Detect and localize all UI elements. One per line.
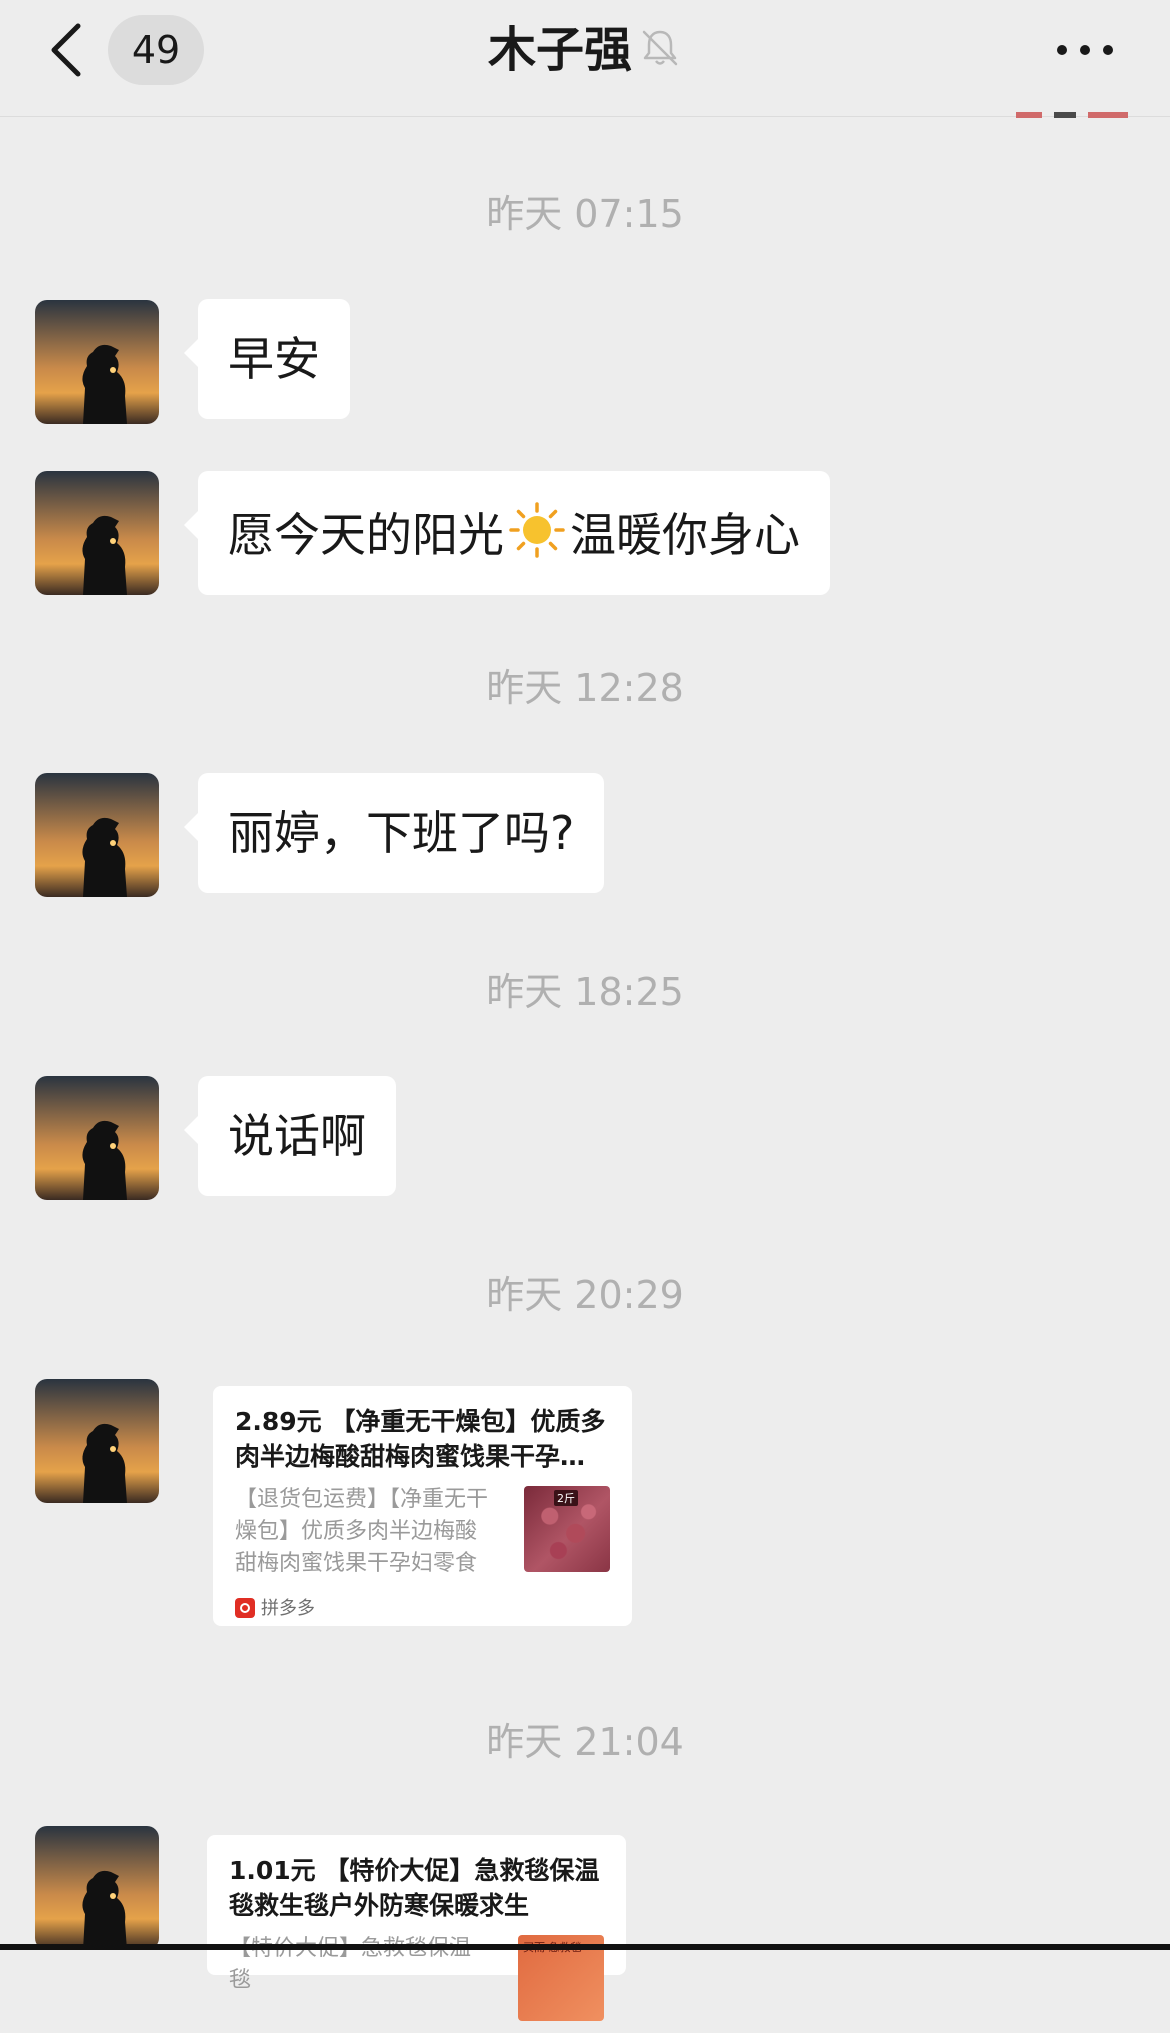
timestamp: 昨天 18:25 xyxy=(486,970,684,1014)
silhouette-sunset-avatar-icon xyxy=(35,471,159,595)
message-bubble[interactable]: 早安 xyxy=(184,299,350,419)
product-title: 2.89元 【净重无干燥包】优质多肉半边梅酸甜梅肉蜜饯果干孕妇零食 xyxy=(235,1407,610,1471)
product-card[interactable]: 2.89元 【净重无干燥包】优质多肉半边梅酸甜梅肉蜜饯果干孕妇零食 【退货包运费… xyxy=(213,1386,632,1626)
thumbnail-label: 2斤 xyxy=(554,1490,578,1506)
message-bubble[interactable]: 说话啊 xyxy=(184,1076,396,1196)
product-description: 【退货包运费】【净重无干燥包】优质多肉半边梅酸甜梅肉蜜饯果干孕妇零食 xyxy=(235,1487,489,1576)
chat-title-wrap: 木子强 xyxy=(0,14,1170,86)
chat-title: 木子强 xyxy=(487,22,632,78)
avatar[interactable] xyxy=(35,1076,159,1200)
silhouette-sunset-avatar-icon xyxy=(35,773,159,897)
product-body: 【退货包运费】【净重无干燥包】优质多肉半边梅酸甜梅肉蜜饯果干孕妇零食 2斤 xyxy=(235,1484,610,1584)
header-edge-marks xyxy=(1016,112,1128,118)
product-title: 1.01元 【特价大促】急救毯保温毯救生毯户外防寒保暖求生 xyxy=(229,1856,600,1920)
product-thumbnail: 2斤 xyxy=(524,1486,610,1572)
avatar[interactable] xyxy=(35,773,159,897)
more-button[interactable] xyxy=(1050,30,1120,70)
message-text: 温暖你身心 xyxy=(570,508,800,562)
product-card[interactable]: 1.01元 【特价大促】急救毯保温毯救生毯户外防寒保暖求生 【特价大促】急救毯保… xyxy=(207,1835,626,2021)
sun-icon xyxy=(509,502,565,558)
product-source-label: 拼多多 xyxy=(261,1598,315,1619)
message-bubble[interactable]: 丽婷，下班了吗? xyxy=(183,773,605,893)
bottom-edge xyxy=(0,1944,1170,1950)
silhouette-sunset-avatar-icon xyxy=(35,1076,159,1200)
timestamp: 昨天 12:28 xyxy=(486,666,684,710)
product-description: 【特价大促】急救毯保温毯 xyxy=(229,1936,471,1993)
silhouette-sunset-avatar-icon xyxy=(35,300,159,424)
avatar[interactable] xyxy=(35,300,159,424)
more-horizontal-icon xyxy=(1057,45,1113,55)
timestamp: 昨天 07:15 xyxy=(486,192,684,236)
avatar[interactable] xyxy=(35,1379,159,1503)
message-bubble[interactable]: 愿今天的阳光 温暖你身心 xyxy=(184,471,830,595)
timestamp: 昨天 21:04 xyxy=(486,1720,684,1764)
avatar[interactable] xyxy=(35,1826,159,1950)
silhouette-sunset-avatar-icon xyxy=(35,1826,159,1950)
pinduoduo-icon xyxy=(235,1598,255,1618)
silhouette-sunset-avatar-icon xyxy=(35,1379,159,1503)
message-text: 愿今天的阳光 xyxy=(228,508,504,562)
chat-header: 49 木子强 xyxy=(0,0,1170,117)
avatar[interactable] xyxy=(35,471,159,595)
timestamp: 昨天 20:29 xyxy=(486,1273,684,1317)
bell-off-icon xyxy=(642,30,678,66)
product-source: 拼多多 xyxy=(235,1598,610,1620)
